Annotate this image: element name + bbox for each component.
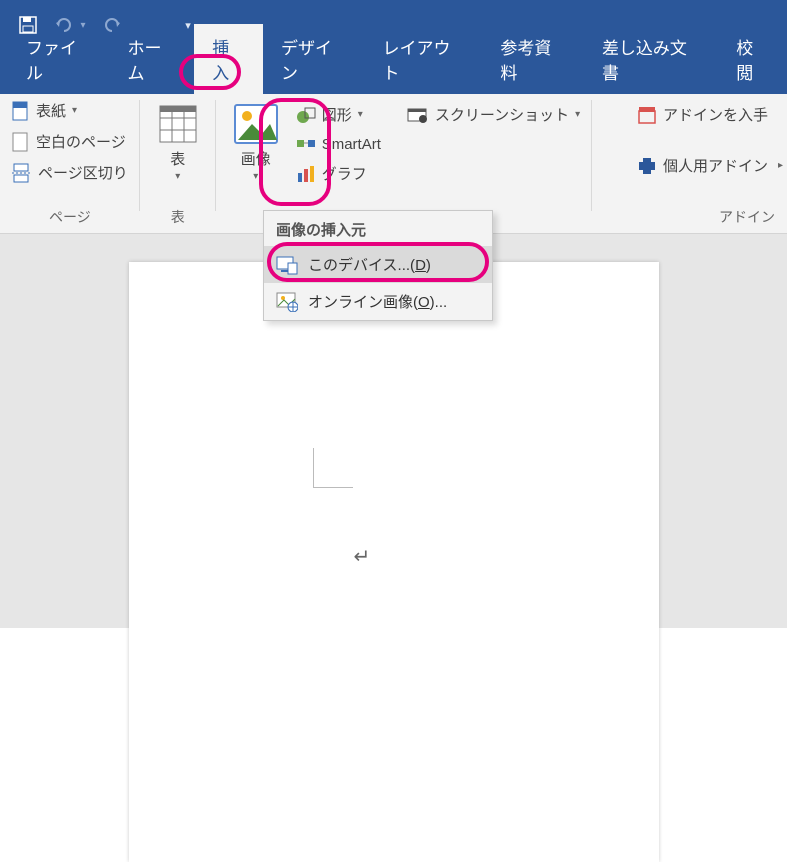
tab-file[interactable]: ファイル bbox=[8, 24, 110, 94]
blank-page-icon bbox=[12, 132, 30, 152]
get-addins-label: アドインを入手 bbox=[663, 104, 768, 125]
group-tables-label: 表 bbox=[171, 207, 185, 231]
ribbon-tabs: ファイル ホーム 挿入 デザイン レイアウト 参考資料 差し込み文書 校閲 bbox=[0, 50, 787, 94]
chart-button[interactable]: グラフ bbox=[292, 161, 385, 186]
page-break-icon bbox=[12, 163, 32, 183]
group-pages-label: ページ bbox=[49, 207, 91, 231]
group-tables: 表 ▾ 表 bbox=[140, 94, 216, 233]
screenshot-label: スクリーンショット bbox=[435, 104, 569, 125]
picture-icon bbox=[232, 102, 280, 146]
smartart-label: SmartArt bbox=[322, 136, 381, 153]
picture-insert-from-menu: 画像の挿入元 このデバイス...(D) オンライン画像(O)... bbox=[263, 210, 493, 321]
chevron-down-icon: ▾ bbox=[253, 171, 258, 182]
smartart-button[interactable]: SmartArt bbox=[292, 133, 385, 155]
get-addins-button[interactable]: アドインを入手 bbox=[633, 102, 787, 127]
online-image-icon bbox=[276, 292, 298, 312]
chart-icon bbox=[296, 165, 316, 183]
device-icon bbox=[276, 255, 298, 275]
screenshot-button[interactable]: スクリーンショット▾ bbox=[403, 102, 584, 127]
page-break-label: ページ区切り bbox=[38, 162, 128, 183]
table-icon bbox=[156, 102, 200, 146]
picture-label: 画像 bbox=[241, 148, 271, 169]
margin-corner-icon bbox=[313, 448, 353, 488]
smartart-icon bbox=[296, 135, 316, 153]
group-addins: アドインを入手 個人用アドイン▸ アドイン bbox=[625, 94, 787, 233]
dropdown-header: 画像の挿入元 bbox=[264, 211, 492, 246]
my-addins-button[interactable]: 個人用アドイン▸ bbox=[633, 153, 787, 178]
insert-from-device-item[interactable]: このデバイス...(D) bbox=[264, 246, 492, 283]
shapes-icon bbox=[296, 106, 316, 124]
group-addins-label: アドイン bbox=[719, 207, 787, 231]
insert-online-image-item[interactable]: オンライン画像(O)... bbox=[264, 283, 492, 320]
tab-review[interactable]: 校閲 bbox=[718, 24, 787, 94]
table-label: 表 bbox=[170, 148, 185, 169]
shapes-button[interactable]: 図形▾ bbox=[292, 102, 385, 127]
tab-references[interactable]: 参考資料 bbox=[482, 24, 584, 94]
cover-page-button[interactable]: 表紙▾ bbox=[8, 98, 81, 123]
device-item-label: このデバイス...(D) bbox=[308, 254, 431, 275]
addin-icon bbox=[637, 156, 657, 176]
cover-page-label: 表紙 bbox=[36, 100, 66, 121]
cover-page-icon bbox=[12, 101, 30, 121]
picture-button[interactable]: 画像 ▾ bbox=[224, 98, 288, 182]
table-button[interactable]: 表 ▾ bbox=[148, 98, 208, 182]
tab-design[interactable]: デザイン bbox=[263, 24, 365, 94]
online-item-label: オンライン画像(O)... bbox=[308, 291, 447, 312]
paragraph-mark-icon: ↵ bbox=[354, 544, 371, 569]
tab-layout[interactable]: レイアウト bbox=[365, 24, 483, 94]
tab-mailings[interactable]: 差し込み文書 bbox=[584, 24, 718, 94]
tab-insert[interactable]: 挿入 bbox=[194, 24, 263, 94]
screenshot-icon bbox=[407, 106, 429, 124]
store-icon bbox=[637, 105, 657, 125]
page-break-button[interactable]: ページ区切り bbox=[8, 160, 132, 185]
tab-home[interactable]: ホーム bbox=[110, 24, 195, 94]
group-pages: 表紙▾ 空白のページ ページ区切り ページ bbox=[0, 94, 140, 233]
chevron-down-icon: ▾ bbox=[175, 171, 180, 182]
shapes-label: 図形 bbox=[322, 104, 352, 125]
my-addins-label: 個人用アドイン bbox=[663, 155, 768, 176]
document-page[interactable]: ↵ bbox=[129, 262, 659, 862]
blank-page-label: 空白のページ bbox=[36, 131, 126, 152]
chart-label: グラフ bbox=[322, 163, 367, 184]
blank-page-button[interactable]: 空白のページ bbox=[8, 129, 130, 154]
